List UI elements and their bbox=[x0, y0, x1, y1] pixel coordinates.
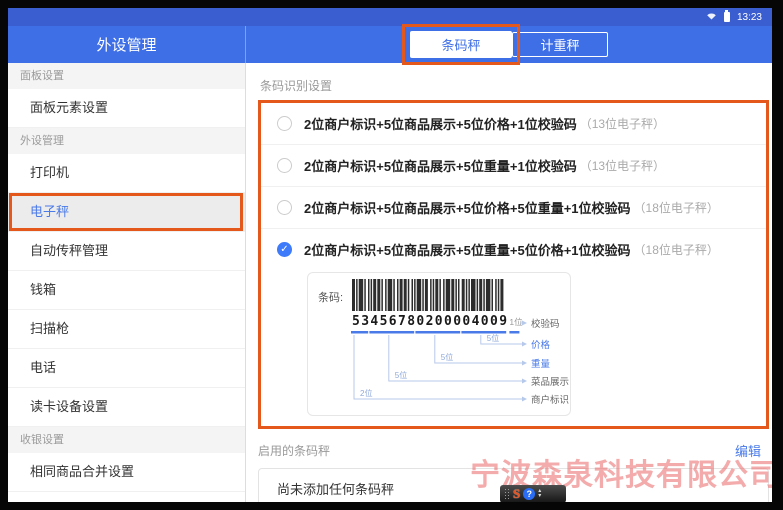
snip-logo-icon[interactable]: S bbox=[513, 486, 520, 502]
svg-text:2位: 2位 bbox=[360, 388, 372, 398]
option-label: 2位商户标识+5位商品展示+5位重量+5位价格+1位校验码 bbox=[304, 240, 631, 259]
collapse-arrows-icon[interactable]: ▴▾ bbox=[538, 489, 541, 499]
help-icon[interactable]: ? bbox=[523, 488, 535, 500]
svg-text:商户标识: 商户标识 bbox=[531, 394, 569, 406]
sidebar-item-cash-drawer[interactable]: 钱箱 bbox=[8, 271, 245, 310]
barcode-recognition-settings-label: 条码识别设置 bbox=[260, 77, 769, 94]
sidebar-item-merge-same-goods[interactable]: 相同商品合并设置 bbox=[8, 453, 245, 492]
option-note: （13位电子秤） bbox=[580, 157, 665, 174]
barcode-format-option-3[interactable]: 2位商户标识+5位商品展示+5位价格+5位重量+1位校验码 （18位电子秤） bbox=[261, 187, 766, 229]
svg-text:校验码: 校验码 bbox=[531, 318, 560, 330]
header-bar: 外设管理 条码秤 计重秤 bbox=[8, 26, 772, 63]
option-note: （18位电子秤） bbox=[634, 241, 719, 258]
svg-text:5位: 5位 bbox=[441, 352, 453, 362]
tab-group: 条码秤 计重秤 bbox=[410, 31, 608, 58]
main-content: 条码识别设置 2位商户标识+5位商品展示+5位价格+1位校验码 （13位电子秤）… bbox=[246, 63, 772, 502]
sidebar-section-cashier-settings: 收银设置 bbox=[8, 427, 245, 453]
page-title-area: 外设管理 bbox=[8, 26, 246, 63]
svg-text:条码:: 条码: bbox=[318, 290, 343, 304]
barcode-diagram-svg: 条码:534567802000040091位校验码5位价格5位重量5位菜品展示2… bbox=[308, 273, 570, 415]
sidebar-item-panel-elements[interactable]: 面板元素设置 bbox=[8, 89, 245, 128]
sidebar-item-auto-scale-mgmt[interactable]: 自动传秤管理 bbox=[8, 232, 245, 271]
tab-barcode-scale[interactable]: 条码秤 bbox=[410, 31, 512, 58]
drag-handle-icon[interactable] bbox=[504, 488, 510, 500]
sidebar-item-card-reader[interactable]: 读卡设备设置 bbox=[8, 388, 245, 427]
sidebar: 面板设置 面板元素设置 外设管理 打印机 电子秤 自动传秤管理 钱箱 扫描枪 电… bbox=[8, 63, 246, 502]
sidebar-section-panel-settings: 面板设置 bbox=[8, 63, 245, 89]
option-note: （13位电子秤） bbox=[580, 115, 665, 132]
option-label: 2位商户标识+5位商品展示+5位价格+5位重量+1位校验码 bbox=[304, 198, 631, 217]
sidebar-item-electronic-scale[interactable]: 电子秤 bbox=[8, 193, 245, 232]
tab-weighing-scale[interactable]: 计重秤 bbox=[512, 32, 608, 57]
annotation-box-options: 2位商户标识+5位商品展示+5位价格+1位校验码 （13位电子秤） 2位商户标识… bbox=[258, 100, 769, 429]
screenshot-tool-overlay: S ? ▴▾ bbox=[500, 485, 566, 502]
sidebar-item-printer[interactable]: 打印机 bbox=[8, 154, 245, 193]
radio-icon[interactable] bbox=[277, 158, 292, 173]
barcode-format-option-4[interactable]: 2位商户标识+5位商品展示+5位重量+5位价格+1位校验码 （18位电子秤） bbox=[261, 229, 766, 270]
battery-icon bbox=[724, 12, 730, 22]
svg-text:重量: 重量 bbox=[531, 358, 551, 370]
barcode-diagram: 条码:534567802000040091位校验码5位价格5位重量5位菜品展示2… bbox=[307, 272, 571, 416]
svg-text:5位: 5位 bbox=[487, 333, 499, 343]
radio-icon[interactable] bbox=[277, 242, 292, 257]
page-title: 外设管理 bbox=[96, 34, 156, 55]
status-bar: 13:23 bbox=[8, 8, 772, 26]
radio-icon[interactable] bbox=[277, 116, 292, 131]
option-label: 2位商户标识+5位商品展示+5位价格+1位校验码 bbox=[304, 114, 577, 133]
sidebar-item-phone[interactable]: 电话 bbox=[8, 349, 245, 388]
svg-text:53456780200004009: 53456780200004009 bbox=[352, 314, 507, 329]
barcode-format-option-2[interactable]: 2位商户标识+5位商品展示+5位重量+1位校验码 （13位电子秤） bbox=[261, 145, 766, 187]
edit-link[interactable]: 编辑 bbox=[735, 441, 761, 460]
header-tabs-area: 条码秤 计重秤 bbox=[246, 26, 772, 63]
svg-text:5位: 5位 bbox=[395, 370, 407, 380]
app-window: 13:23 外设管理 条码秤 计重秤 面板设置 面板元素设置 外设管理 打印机 … bbox=[8, 8, 772, 502]
option-note: （18位电子秤） bbox=[634, 199, 719, 216]
wifi-icon bbox=[706, 11, 717, 23]
radio-icon[interactable] bbox=[277, 200, 292, 215]
option-label: 2位商户标识+5位商品展示+5位重量+1位校验码 bbox=[304, 156, 577, 175]
sidebar-item-label: 电子秤 bbox=[30, 204, 69, 219]
enabled-scales-label: 启用的条码秤 bbox=[258, 442, 330, 459]
svg-text:菜品展示: 菜品展示 bbox=[531, 376, 569, 388]
sidebar-item-scanner-gun[interactable]: 扫描枪 bbox=[8, 310, 245, 349]
status-time: 13:23 bbox=[737, 12, 762, 23]
svg-text:价格: 价格 bbox=[531, 339, 551, 351]
sidebar-item-member-price-display[interactable]: 会员价展示设置 bbox=[8, 492, 245, 502]
sidebar-section-peripherals: 外设管理 bbox=[8, 128, 245, 154]
barcode-format-option-1[interactable]: 2位商户标识+5位商品展示+5位价格+1位校验码 （13位电子秤） bbox=[261, 103, 766, 145]
empty-scale-text: 尚未添加任何条码秤 bbox=[277, 479, 394, 498]
svg-text:1位: 1位 bbox=[509, 317, 523, 327]
